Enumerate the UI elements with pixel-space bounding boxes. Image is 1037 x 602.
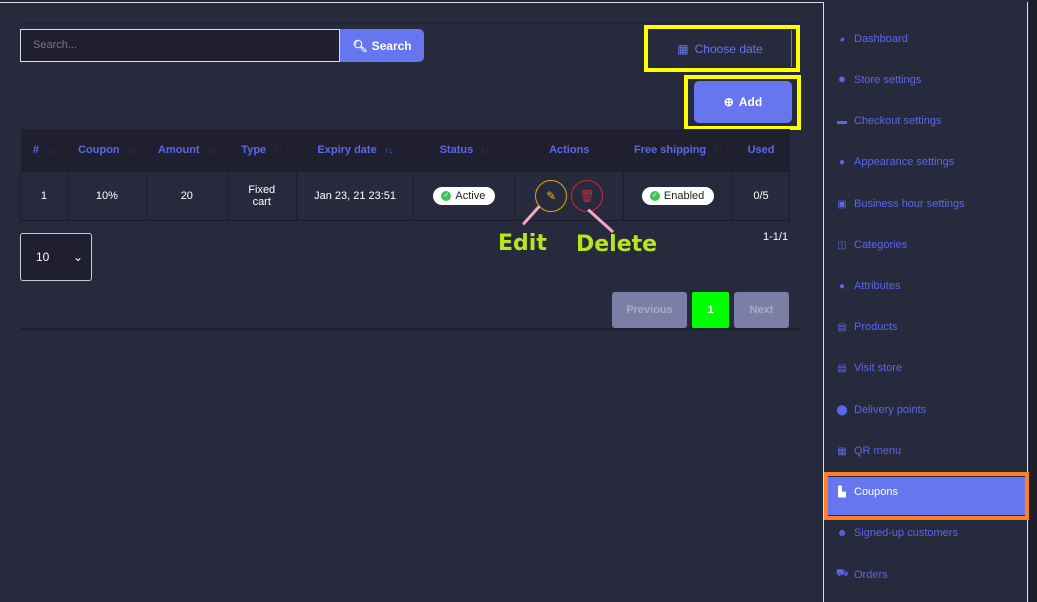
free-shipping-badge[interactable]: ✓ Enabled	[641, 186, 715, 205]
header-used: Used	[732, 129, 790, 171]
sort-icon: ↑↓	[481, 145, 490, 155]
credit-card-icon: ▬	[837, 115, 847, 127]
sidebar-item-qr-menu[interactable]: ▦ QR menu	[836, 445, 901, 457]
cell-status: ✓ Active	[413, 170, 516, 221]
sidebar-item-dashboard[interactable]: ◕ Dashboard	[836, 33, 908, 45]
cell-index: 1	[20, 170, 68, 221]
header-free-shipping[interactable]: Free shipping ↑↓	[623, 129, 733, 171]
coupons-table: # ↑↓ Coupon ↑↓ Amount ↑↓ Type ↑↓ Expiry date…	[20, 129, 790, 221]
delete-button[interactable]: 🗑︎	[571, 179, 604, 212]
previous-button[interactable]: Previous	[612, 292, 687, 328]
sidebar-item-checkout-settings[interactable]: ▬ Checkout settings	[836, 115, 941, 127]
divider	[20, 22, 800, 24]
palette-icon: ●	[838, 280, 846, 292]
next-button[interactable]: Next	[734, 292, 789, 328]
add-button[interactable]: ⊕ Add	[694, 81, 792, 123]
delete-annotation: Delete	[576, 232, 658, 257]
sort-icon: ↑↓	[274, 145, 283, 155]
add-label: Add	[738, 95, 763, 109]
columns-icon: ◫	[837, 239, 847, 251]
search-input[interactable]: Search...	[20, 29, 340, 62]
sidebar-item-store-settings[interactable]: ✹ Store settings	[836, 74, 921, 86]
header-status[interactable]: Status ↑↓	[413, 129, 515, 171]
header-amount[interactable]: Amount ↑↓	[146, 129, 228, 171]
header-actions: Actions	[514, 129, 624, 171]
check-circle-icon: ✓	[649, 190, 660, 201]
search-button-label: Search	[371, 38, 412, 53]
palette-icon: ●	[838, 156, 846, 168]
table-header: # ↑↓ Coupon ↑↓ Amount ↑↓ Type ↑↓ Expiry date…	[20, 129, 790, 171]
result-count: 1-1/1	[763, 231, 789, 243]
cell-amount: 20	[145, 170, 228, 221]
gear-icon: ✹	[837, 74, 847, 86]
edit-icon: ✎	[546, 188, 557, 203]
sort-icon: ↑↓	[384, 145, 393, 155]
cell-free-shipping: ✓ Enabled	[623, 170, 734, 221]
page-size-value: 10	[36, 250, 50, 264]
trash-icon: 🗑︎	[579, 188, 595, 203]
list-alt-icon: ▤	[837, 362, 847, 374]
sidebar-item-visit-store[interactable]: ▤ Visit store	[836, 362, 902, 374]
choose-date-button[interactable]: ▦ Choose date	[649, 30, 792, 67]
header-type[interactable]: Type ↑↓	[227, 129, 297, 171]
cart-icon: ⛟	[836, 568, 849, 579]
boxes-icon: ▤	[837, 321, 847, 333]
divider	[20, 328, 800, 330]
main-content: Search... 🔍︎ Search ▦ Choose date ⊕ Add # ↑↓…	[0, 0, 823, 602]
sidebar-item-products[interactable]: ▤ Products	[836, 321, 897, 333]
qrcode-icon: ▦	[837, 445, 847, 457]
search-icon: 🔍︎	[352, 38, 368, 53]
status-badge[interactable]: ✓ Active	[433, 186, 496, 205]
page-size-select[interactable]: 10 ⌄	[20, 233, 92, 281]
users-icon: ☻	[836, 527, 848, 539]
table-row: 1 10% 20 Fixed cart Jan 23, 21 23:51 ✓ Act…	[20, 170, 790, 221]
sidebar: ◕ Dashboard ✹ Store settings ▬ Checkout set…	[823, 2, 1029, 602]
sidebar-item-orders[interactable]: ⛟ Orders	[836, 568, 888, 581]
plus-circle-icon: ⊕	[723, 95, 734, 109]
check-circle-icon: ✓	[441, 190, 452, 201]
cell-type: Fixed cart	[226, 170, 297, 221]
header-expiry[interactable]: Expiry date ↑↓	[296, 129, 414, 171]
edit-annotation: Edit	[498, 231, 547, 256]
sidebar-item-categories[interactable]: ◫ Categories	[836, 239, 907, 251]
chevron-down-icon: ⌄	[72, 250, 83, 264]
sidebar-item-signed-up-customers[interactable]: ☻ Signed-up customers	[836, 527, 958, 539]
sort-icon: ↑↓	[47, 145, 56, 155]
cell-coupon: 10%	[66, 170, 147, 221]
scrollbar-track[interactable]	[1029, 0, 1037, 602]
sort-icon: ↑↓	[207, 145, 216, 155]
calendar-check-icon: ▣	[837, 198, 847, 210]
choose-date-label: Choose date	[694, 41, 763, 56]
calendar-icon: ▦	[677, 41, 689, 56]
page-1-button[interactable]: 1	[692, 292, 729, 328]
sort-icon: ↑↓	[714, 145, 723, 155]
search-button[interactable]: 🔍︎ Search	[340, 29, 424, 62]
sidebar-item-delivery-points[interactable]: ⬤ Delivery points	[836, 404, 926, 416]
cell-expiry: Jan 23, 21 23:51	[295, 170, 415, 221]
cell-used: 0/5	[732, 170, 790, 221]
header-coupon[interactable]: Coupon ↑↓	[67, 129, 147, 171]
coupon-icon: ▙	[838, 486, 846, 498]
sort-icon: ↑↓	[127, 145, 136, 155]
map-marker-icon: ⬤	[836, 404, 848, 416]
sidebar-item-attributes[interactable]: ● Attributes	[836, 280, 901, 292]
sidebar-item-appearance-settings[interactable]: ● Appearance settings	[836, 156, 954, 168]
sidebar-item-business-hour-settings[interactable]: ▣ Business hour settings	[836, 198, 964, 210]
tachometer-icon: ◕	[838, 33, 846, 45]
header-index[interactable]: # ↑↓	[20, 129, 68, 171]
sidebar-item-coupons[interactable]: ▙ Coupons	[836, 486, 898, 498]
